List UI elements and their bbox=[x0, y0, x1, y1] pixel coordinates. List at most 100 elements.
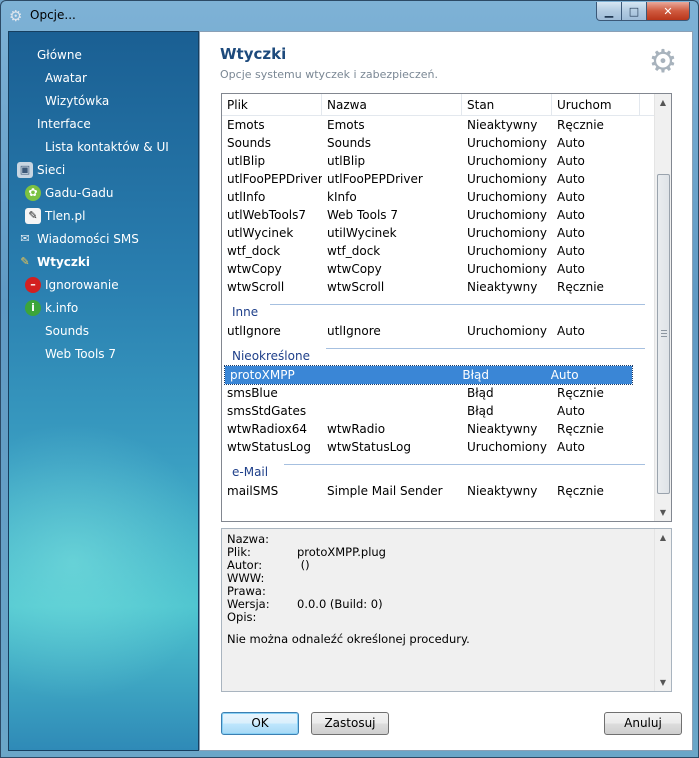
sidebar-item-wtyczki[interactable]: ✎ Wtyczki bbox=[17, 252, 90, 272]
cell-stan: Nieaktywny bbox=[467, 118, 538, 132]
details-message: Nie można odnaleźć określonej procedury. bbox=[227, 632, 470, 646]
cell-uruchom: Ręcznie bbox=[557, 422, 604, 436]
cell-uruchom: Auto bbox=[557, 190, 585, 204]
plugin-row[interactable]: wtwScroll wtwScroll Nieaktywny Ręcznie bbox=[222, 278, 655, 296]
sidebar-item-wiadomości-sms[interactable]: ✉ Wiadomości SMS bbox=[17, 229, 138, 249]
sidebar-item-lista-kontaktów-ui[interactable]: Lista kontaktów & UI bbox=[45, 137, 169, 157]
cell-stan: Uruchomiony bbox=[467, 208, 547, 222]
cell-nazwa: wtf_dock bbox=[327, 244, 381, 258]
cell-plik: wtwRadiox64 bbox=[227, 422, 308, 436]
column-header-uruchom[interactable]: Uruchom bbox=[552, 94, 640, 116]
cell-plik: utlFooPEPDriver bbox=[227, 172, 322, 186]
sidebar-item-label: Interface bbox=[37, 117, 91, 131]
sidebar-item-tlen-pl[interactable]: ✎ Tlen.pl bbox=[25, 206, 85, 226]
ok-button[interactable]: OK bbox=[221, 712, 299, 735]
plugin-row[interactable]: wtf_dock wtf_dock Uruchomiony Auto bbox=[222, 242, 655, 260]
sidebar-item-label: Tlen.pl bbox=[45, 209, 86, 223]
cell-plik: Emots bbox=[227, 118, 265, 132]
column-header: Plik Nazwa Stan Uruchom bbox=[222, 94, 655, 116]
detail-row: Opis: bbox=[227, 611, 297, 624]
cell-plik: utlInfo bbox=[227, 190, 266, 204]
plugin-row[interactable]: wtwRadiox64 wtwRadio Nieaktywny Ręcznie bbox=[222, 420, 655, 438]
sidebar-item-sieci[interactable]: ▣ Sieci bbox=[17, 160, 65, 180]
sidebar-item-gadu-gadu[interactable]: ✿ Gadu-Gadu bbox=[25, 183, 114, 203]
cell-plik: wtf_dock bbox=[227, 244, 281, 258]
plugin-row[interactable]: utlWebTools7 Web Tools 7 Uruchomiony Auto bbox=[222, 206, 655, 224]
cancel-button[interactable]: Anuluj bbox=[604, 712, 682, 735]
cell-uruchom: Auto bbox=[557, 208, 585, 222]
plugin-list[interactable]: Plik Nazwa Stan Uruchom Emots Emots Nieakt… bbox=[221, 93, 672, 522]
title-bar[interactable]: ⚙ Opcje... ▁ □ ✕ bbox=[1, 1, 698, 31]
cell-nazwa: wtwScroll bbox=[327, 280, 385, 294]
plugin-row[interactable]: utlBlip utlBlip Uruchomiony Auto bbox=[222, 152, 655, 170]
sidebar-item-label: k.info bbox=[45, 301, 79, 315]
sidebar-item-interface[interactable]: Interface bbox=[37, 114, 91, 134]
cell-uruchom: Auto bbox=[557, 154, 585, 168]
sidebar-item-label: Wizytówka bbox=[45, 94, 110, 108]
plugin-row[interactable]: wtwCopy wtwCopy Uruchomiony Auto bbox=[222, 260, 655, 278]
group-header[interactable]: Inne bbox=[232, 302, 258, 322]
plugin-row[interactable]: mailSMS Simple Mail Sender Nieaktywny Ręczn… bbox=[222, 482, 655, 500]
list-scrollbar[interactable]: ▲ ▼ bbox=[654, 94, 671, 521]
sidebar-item-k-info[interactable]: i k.info bbox=[25, 298, 78, 318]
sidebar-item-web-tools-7[interactable]: Web Tools 7 bbox=[45, 344, 116, 364]
scrollbar-thumb[interactable] bbox=[657, 174, 670, 494]
close-button[interactable]: ✕ bbox=[647, 2, 690, 21]
cell-plik: utlWycinek bbox=[227, 226, 294, 240]
plugin-details: Nie można odnaleźć określonej procedury.… bbox=[221, 528, 672, 692]
caption-buttons: ▁ □ ✕ bbox=[596, 2, 690, 21]
maximize-button[interactable]: □ bbox=[622, 2, 647, 21]
apply-button[interactable]: Zastosuj bbox=[311, 712, 389, 735]
plugin-row[interactable]: Emots Emots Nieaktywny Ręcznie bbox=[222, 116, 655, 134]
main-panel: Wtyczki Opcje systemu wtyczek i zabezpie… bbox=[199, 31, 693, 751]
details-scroll-down-icon[interactable]: ▼ bbox=[655, 674, 671, 691]
sidebar-item-ignorowanie[interactable]: – Ignorowanie bbox=[25, 275, 119, 295]
plugin-row[interactable]: wtwStatusLog wtwStatusLog Uruchomiony Auto bbox=[222, 438, 655, 456]
plugin-row[interactable]: smsBlue Błąd Ręcznie bbox=[222, 384, 655, 402]
plugin-row[interactable]: smsStdGates Błąd Auto bbox=[222, 402, 655, 420]
column-header-plik[interactable]: Plik bbox=[222, 94, 322, 116]
sidebar-item-wizytówka[interactable]: Wizytówka bbox=[45, 91, 109, 111]
network-icon: ▣ bbox=[17, 162, 33, 178]
sidebar-item-awatar[interactable]: Awatar bbox=[45, 68, 87, 88]
plugin-row[interactable]: utlIgnore utlIgnore Uruchomiony Auto bbox=[222, 322, 655, 340]
scroll-down-arrow-icon[interactable]: ▼ bbox=[655, 504, 671, 521]
plugin-row[interactable]: utlWycinek utilWycinek Uruchomiony Auto bbox=[222, 224, 655, 242]
cell-uruchom: Auto bbox=[557, 404, 585, 418]
cell-nazwa: Simple Mail Sender bbox=[327, 484, 443, 498]
sidebar-navigation: Główne Awatar Wizytówka Interface Lista kont… bbox=[8, 31, 199, 751]
cell-uruchom: Auto bbox=[557, 244, 585, 258]
cell-uruchom: Ręcznie bbox=[557, 484, 604, 498]
plugin-row[interactable]: Sounds Sounds Uruchomiony Auto bbox=[222, 134, 655, 152]
cell-uruchom: Auto bbox=[557, 226, 585, 240]
details-scrollbar[interactable]: ▲ ▼ bbox=[654, 529, 671, 691]
cell-plik: Sounds bbox=[227, 136, 272, 150]
sidebar-item-label: Gadu-Gadu bbox=[45, 186, 114, 200]
plugin-row[interactable]: protoXMPP Błąd Auto bbox=[224, 365, 633, 385]
sms-icon: ✉ bbox=[20, 232, 30, 245]
cell-stan: Uruchomiony bbox=[467, 440, 547, 454]
cell-plik: utlIgnore bbox=[227, 324, 281, 338]
cell-plik: wtwStatusLog bbox=[227, 440, 312, 454]
column-header-nazwa[interactable]: Nazwa bbox=[322, 94, 462, 116]
details-scroll-up-icon[interactable]: ▲ bbox=[655, 529, 671, 546]
minimize-button[interactable]: ▁ bbox=[596, 2, 622, 21]
sidebar-item-sounds[interactable]: Sounds bbox=[45, 321, 89, 341]
cell-uruchom: Auto bbox=[557, 136, 585, 150]
cell-stan: Uruchomiony bbox=[467, 244, 547, 258]
sidebar-item-główne[interactable]: Główne bbox=[37, 45, 82, 65]
cell-stan: Nieaktywny bbox=[467, 422, 538, 436]
cell-stan: Uruchomiony bbox=[467, 172, 547, 186]
ignore-icon: – bbox=[25, 277, 41, 293]
plugin-row[interactable]: utlInfo kInfo Uruchomiony Auto bbox=[222, 188, 655, 206]
group-header[interactable]: e-Mail bbox=[232, 462, 268, 482]
plugin-row[interactable]: utlFooPEPDriver utlFooPEPDriver Uruchomion… bbox=[222, 170, 655, 188]
cell-stan: Błąd bbox=[467, 404, 494, 418]
sidebar-item-label: Web Tools 7 bbox=[45, 347, 116, 361]
cell-nazwa: wtwCopy bbox=[327, 262, 382, 276]
group-header[interactable]: Nieokreślone bbox=[232, 346, 310, 366]
cell-plik: wtwScroll bbox=[227, 280, 285, 294]
cell-nazwa: utilWycinek bbox=[327, 226, 397, 240]
scroll-up-arrow-icon[interactable]: ▲ bbox=[655, 94, 671, 111]
column-header-stan[interactable]: Stan bbox=[462, 94, 552, 116]
